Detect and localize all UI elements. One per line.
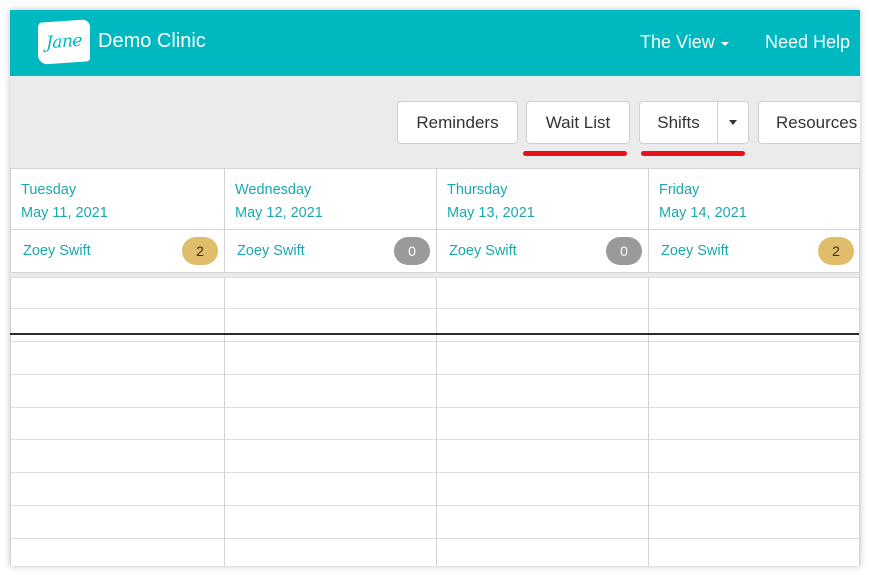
appointment-count-badge[interactable]: 2 [182, 237, 218, 265]
time-slot-divider [437, 407, 648, 408]
time-slot-divider [649, 277, 860, 278]
time-slots[interactable] [436, 277, 648, 566]
time-slot-divider [649, 538, 860, 539]
time-slots[interactable] [224, 277, 436, 566]
day-column: Thursday May 13, 2021 Zoey Swift 0 [436, 168, 648, 566]
the-view-label: The View [640, 32, 715, 52]
time-slot-divider [225, 308, 436, 309]
wait-list-highlight-underline [523, 151, 627, 156]
time-slot-divider [649, 505, 860, 506]
time-slot-divider [11, 407, 224, 408]
staff-name-link[interactable]: Zoey Swift [661, 243, 729, 259]
day-column: Tuesday May 11, 2021 Zoey Swift 2 [10, 168, 224, 566]
day-header[interactable]: Tuesday May 11, 2021 [10, 168, 224, 230]
need-help-link[interactable]: Need Help [765, 32, 850, 53]
day-header[interactable]: Friday May 14, 2021 [648, 168, 860, 230]
time-slot-divider [11, 277, 224, 278]
time-slot-divider [11, 308, 224, 309]
the-view-menu[interactable]: The View [640, 32, 729, 53]
appointment-count-badge[interactable]: 0 [394, 237, 430, 265]
time-slot-divider [11, 341, 224, 342]
shifts-button[interactable]: Shifts [640, 102, 718, 143]
time-slot-divider [225, 505, 436, 506]
day-header[interactable]: Wednesday May 12, 2021 [224, 168, 436, 230]
time-slot-divider [11, 374, 224, 375]
time-slots[interactable] [648, 277, 860, 566]
time-slot-divider [649, 407, 860, 408]
time-slot-divider [11, 505, 224, 506]
time-slot-divider [437, 374, 648, 375]
time-slot-divider [11, 538, 224, 539]
jane-logo[interactable]: Jane [38, 19, 90, 65]
time-slot-divider [225, 407, 436, 408]
day-date: May 12, 2021 [235, 205, 323, 221]
day-weekday: Thursday [447, 182, 508, 198]
calendar-right-border [859, 168, 860, 566]
time-slot-divider [437, 505, 648, 506]
top-navbar: Jane Demo Clinic The View Need Help [10, 10, 860, 76]
time-slot-divider [437, 538, 648, 539]
day-weekday: Wednesday [235, 182, 312, 198]
week-calendar: Tuesday May 11, 2021 Zoey Swift 2 Wednesday M… [10, 168, 860, 566]
time-slot-divider [11, 439, 224, 440]
staff-row: Zoey Swift 2 [10, 230, 224, 273]
resources-button[interactable]: Resources [758, 101, 860, 144]
staff-row: Zoey Swift 2 [648, 230, 860, 273]
time-slot-divider [649, 308, 860, 309]
shifts-dropdown-toggle[interactable] [718, 102, 748, 143]
appointment-count-badge[interactable]: 2 [818, 237, 854, 265]
day-weekday: Tuesday [21, 182, 77, 198]
staff-name-link[interactable]: Zoey Swift [237, 243, 305, 259]
time-slot-divider [437, 439, 648, 440]
time-slot-divider [225, 472, 436, 473]
caret-down-icon [729, 120, 737, 125]
shifts-button-group: Shifts [639, 101, 749, 144]
time-slot-divider [437, 472, 648, 473]
time-slot-divider [225, 439, 436, 440]
current-time-line [10, 333, 860, 335]
time-slot-divider [649, 374, 860, 375]
time-slot-divider [649, 472, 860, 473]
reminders-button[interactable]: Reminders [397, 101, 518, 144]
day-column: Friday May 14, 2021 Zoey Swift 2 [648, 168, 860, 566]
time-slot-divider [11, 472, 224, 473]
day-date: May 14, 2021 [659, 205, 747, 221]
day-date: May 13, 2021 [447, 205, 535, 221]
appointment-count-badge[interactable]: 0 [606, 237, 642, 265]
time-slot-divider [437, 308, 648, 309]
wait-list-button[interactable]: Wait List [526, 101, 630, 144]
time-slot-divider [437, 341, 648, 342]
day-date: May 11, 2021 [21, 205, 108, 221]
staff-row: Zoey Swift 0 [224, 230, 436, 273]
time-slot-divider [649, 341, 860, 342]
staff-name-link[interactable]: Zoey Swift [23, 243, 91, 259]
day-column: Wednesday May 12, 2021 Zoey Swift 0 [224, 168, 436, 566]
time-slot-divider [437, 277, 648, 278]
chevron-down-icon [720, 42, 729, 46]
time-slot-divider [225, 538, 436, 539]
day-header[interactable]: Thursday May 13, 2021 [436, 168, 648, 230]
time-slot-divider [649, 439, 860, 440]
time-slot-divider [225, 277, 436, 278]
staff-row: Zoey Swift 0 [436, 230, 648, 273]
staff-name-link[interactable]: Zoey Swift [449, 243, 517, 259]
time-slot-divider [225, 374, 436, 375]
day-weekday: Friday [659, 182, 700, 198]
time-slots[interactable] [10, 277, 224, 566]
app-window: Jane Demo Clinic The View Need Help Remi… [10, 10, 860, 566]
time-slot-divider [225, 341, 436, 342]
clinic-name[interactable]: Demo Clinic [98, 30, 206, 53]
shifts-highlight-underline [641, 151, 745, 156]
